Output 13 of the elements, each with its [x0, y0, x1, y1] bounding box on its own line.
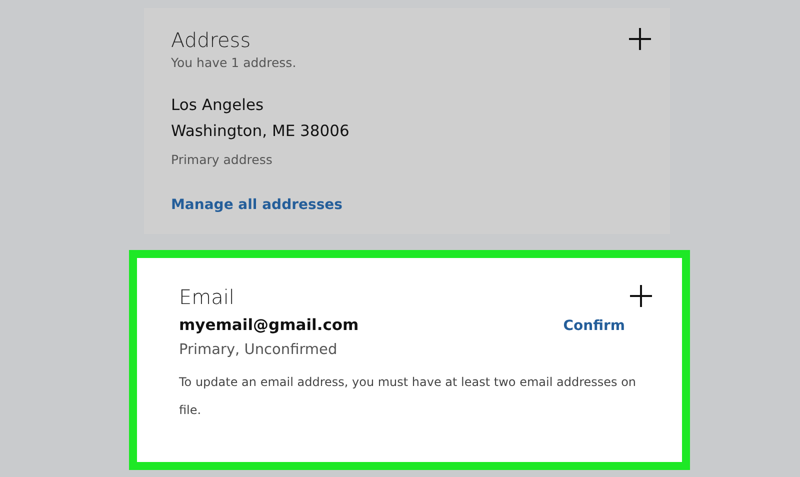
- address-note: Primary address: [171, 152, 274, 167]
- section-title: Address: [171, 27, 252, 53]
- address-line: Washington, ME 38006: [171, 121, 350, 142]
- address-count: You have 1 address.: [171, 55, 296, 70]
- email-status: Primary, Unconfirmed: [179, 342, 338, 358]
- manage-addresses-link[interactable]: Manage all addresses: [171, 197, 342, 213]
- address-line: Los Angeles: [171, 95, 264, 116]
- add-icon[interactable]: [629, 284, 653, 308]
- section-title: Email: [179, 284, 234, 310]
- confirm-link[interactable]: Confirm: [563, 318, 625, 334]
- email-info-text: To update an email address, you must have at least two email addresses on file.: [179, 374, 638, 419]
- add-icon[interactable]: [628, 27, 652, 51]
- email-address: myemail@gmail.com: [179, 316, 359, 334]
